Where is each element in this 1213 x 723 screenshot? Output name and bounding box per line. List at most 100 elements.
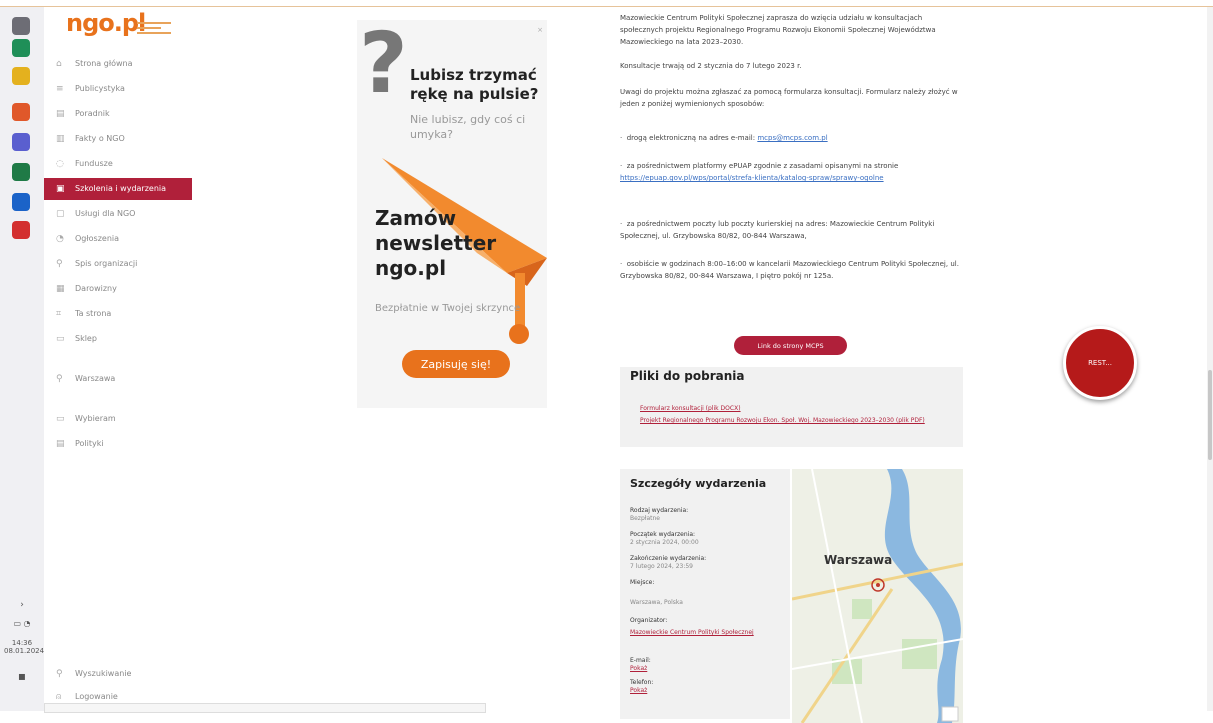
sidebar-item-poradnik[interactable]: ▤ Poradnik bbox=[44, 103, 192, 125]
funds-icon: ◌ bbox=[56, 159, 64, 169]
email-label: E-mail: bbox=[630, 657, 651, 664]
chat-icon[interactable]: ▪ bbox=[4, 669, 40, 683]
downloads-title: Pliki do pobrania bbox=[630, 369, 745, 383]
sidebar-item-label: Fundusze bbox=[75, 159, 113, 168]
this-page-icon: ⌗ bbox=[56, 309, 62, 319]
site-sidebar: ngo.pl ⌂ Strona główna ≡ Publicystyka ▤ Porad… bbox=[44, 7, 194, 711]
sidebar-item-label: Spis organizacji bbox=[75, 259, 138, 268]
phone-label: Telefon: bbox=[630, 679, 654, 686]
logo-tagline-decoration bbox=[137, 19, 171, 35]
bullet-in-person: · osobiście w godzinach 8:00–16:00 w kan… bbox=[620, 260, 959, 280]
sidebar-item-darowizny[interactable]: ▦ Darowizny bbox=[44, 278, 192, 300]
sidebar-item-wybieram[interactable]: ▭ Wybieram bbox=[44, 408, 192, 430]
event-start-value: 2 stycznia 2024, 00:00 bbox=[630, 539, 699, 546]
download-link-docx[interactable]: Formularz konsultacji (plik DOCX) bbox=[640, 405, 940, 413]
browser-status-bar bbox=[44, 703, 486, 713]
question-mark-icon: ? bbox=[359, 14, 408, 112]
sidebar-item-strona-główna[interactable]: ⌂ Strona główna bbox=[44, 53, 192, 75]
os-taskbar: › ▭ ◔ 14:36 08.01.2024 ▪ bbox=[0, 7, 45, 711]
sidebar-item-label: Poradnik bbox=[75, 109, 110, 118]
sidebar-item-spis-organizacji[interactable]: ⚲ Spis organizacji bbox=[44, 253, 192, 275]
ad-heading: Lubisz trzymać rękę na pulsie? bbox=[410, 66, 539, 103]
tray-icons[interactable]: ▭ ◔ bbox=[4, 619, 40, 628]
close-icon[interactable]: × bbox=[537, 26, 543, 34]
sidebar-item-label: Logowanie bbox=[75, 692, 118, 701]
event-details-box: Szczegóły wydarzenia Rodzaj wydarzenia: … bbox=[620, 469, 790, 719]
record-button[interactable]: REST... bbox=[1063, 326, 1137, 400]
ad-newsletter-sub: Bezpłatnie w Twojej skrzynce bbox=[375, 303, 521, 314]
browser-top-edge bbox=[0, 0, 1213, 7]
download-link-pdf[interactable]: Projekt Regionalnego Programu Rozwoju Ek… bbox=[640, 417, 940, 425]
sidebar-item-szkolenia-i-wydarzenia[interactable]: ▣ Szkolenia i wydarzenia bbox=[44, 178, 192, 200]
calendar-icon: ▣ bbox=[56, 184, 65, 194]
excel-icon[interactable] bbox=[12, 163, 30, 181]
sidebar-item-label: Publicystyka bbox=[75, 84, 125, 93]
directory-icon: ⚲ bbox=[56, 259, 63, 269]
sidebar-item-label: Usługi dla NGO bbox=[75, 209, 136, 218]
ad-newsletter-heading: Zamów newsletter ngo.pl bbox=[375, 206, 497, 280]
map-graphic bbox=[792, 469, 963, 723]
firefox-icon[interactable] bbox=[12, 103, 30, 121]
phone-show-link[interactable]: Pokaż bbox=[630, 687, 647, 694]
bullet-epuap: · za pośrednictwem platformy ePUAP zgodn… bbox=[620, 162, 899, 182]
clock-date[interactable]: 08.01.2024 bbox=[4, 647, 44, 655]
file-explorer-icon[interactable] bbox=[12, 67, 30, 85]
acrobat-icon[interactable] bbox=[12, 221, 30, 239]
article-paragraph-instructions: Uwagi do projektu można zgłaszać za pomo… bbox=[620, 88, 958, 108]
sidebar-item-fundusze[interactable]: ◌ Fundusze bbox=[44, 153, 192, 175]
policies-icon: ▤ bbox=[56, 439, 65, 449]
home-icon: ⌂ bbox=[56, 59, 62, 69]
sidebar-item-sklep[interactable]: ▭ Sklep bbox=[44, 328, 192, 350]
organizer-label: Organizator: bbox=[630, 617, 668, 624]
bullet-email: · drogą elektroniczną na adres e-mail: m… bbox=[620, 134, 828, 142]
sidebar-item-label: Darowizny bbox=[75, 284, 117, 293]
mcps-email-link[interactable]: mcps@mcps.com.pl bbox=[757, 134, 827, 142]
article-paragraph-dates: Konsultacje trwają od 2 stycznia do 7 lu… bbox=[620, 62, 802, 70]
shop-icon: ▭ bbox=[56, 334, 65, 344]
chevron-up-icon[interactable]: › bbox=[4, 600, 40, 610]
announcements-icon: ◔ bbox=[56, 234, 64, 244]
outlook-icon[interactable] bbox=[12, 193, 30, 211]
clock-time[interactable]: 14:36 bbox=[4, 639, 40, 647]
sidebar-item-wyszukiwanie[interactable]: ⚲ Wyszukiwanie bbox=[44, 663, 192, 685]
sidebar-item-label: Sklep bbox=[75, 334, 97, 343]
location-icon: ⚲ bbox=[56, 374, 63, 384]
sidebar-item-warszawa[interactable]: ⚲ Warszawa bbox=[44, 368, 192, 390]
article-icon: ≡ bbox=[56, 84, 64, 94]
newsletter-ad[interactable]: × ? Lubisz trzymać rękę na pulsie? Nie l… bbox=[357, 14, 547, 408]
edge-icon[interactable] bbox=[12, 39, 30, 57]
event-end-label: Zakończenie wydarzenia: bbox=[630, 555, 707, 562]
sidebar-item-fakty-o-ngo[interactable]: ▥ Fakty o NGO bbox=[44, 128, 192, 150]
widgets-icon[interactable] bbox=[12, 17, 30, 35]
downloads-box: Pliki do pobrania Formularz konsultacji … bbox=[620, 367, 963, 447]
mcps-site-button[interactable]: Link do strony MCPS bbox=[734, 336, 847, 355]
event-place-label: Miejsce: bbox=[630, 579, 655, 586]
guide-icon: ▤ bbox=[56, 109, 65, 119]
email-show-link[interactable]: Pokaż bbox=[630, 665, 647, 672]
event-map[interactable]: Warszawa bbox=[792, 469, 963, 723]
facts-icon: ▥ bbox=[56, 134, 65, 144]
organizer-link[interactable]: Mazowieckie Centrum Polityki Społecznej bbox=[630, 629, 770, 636]
sidebar-item-ogłoszenia[interactable]: ◔ Ogłoszenia bbox=[44, 228, 192, 250]
epuap-link[interactable]: https://epuap.gov.pl/wps/portal/strefa-k… bbox=[620, 174, 884, 182]
search-icon: ⚲ bbox=[56, 669, 63, 679]
event-type-value: Bezpłatne bbox=[630, 515, 660, 522]
record-button-label: REST... bbox=[1088, 359, 1112, 367]
sidebar-item-usługi-dla-ngo[interactable]: ▢ Usługi dla NGO bbox=[44, 203, 192, 225]
sidebar-item-polityki[interactable]: ▤ Polityki bbox=[44, 433, 192, 455]
sidebar-item-ta-strona[interactable]: ⌗ Ta strona bbox=[44, 303, 192, 325]
sidebar-item-label: Strona główna bbox=[75, 59, 133, 68]
ad-decoration-dot bbox=[509, 324, 529, 344]
teams-icon[interactable] bbox=[12, 133, 30, 151]
event-start-label: Początek wydarzenia: bbox=[630, 531, 696, 538]
event-end-value: 7 lutego 2024, 23:59 bbox=[630, 563, 693, 570]
map-city-label: Warszawa bbox=[824, 553, 893, 567]
sidebar-item-label: Ta strona bbox=[75, 309, 112, 318]
sidebar-item-label: Szkolenia i wydarzenia bbox=[75, 184, 167, 193]
page-scrollbar[interactable] bbox=[1207, 7, 1213, 711]
sidebar-item-publicystyka[interactable]: ≡ Publicystyka bbox=[44, 78, 192, 100]
site-logo[interactable]: ngo.pl bbox=[66, 9, 146, 37]
page-scrollbar-thumb[interactable] bbox=[1208, 370, 1212, 460]
subscribe-button[interactable]: Zapisuję się! bbox=[402, 350, 510, 378]
ad-subheading: Nie lubisz, gdy coś ci umyka? bbox=[410, 113, 526, 141]
